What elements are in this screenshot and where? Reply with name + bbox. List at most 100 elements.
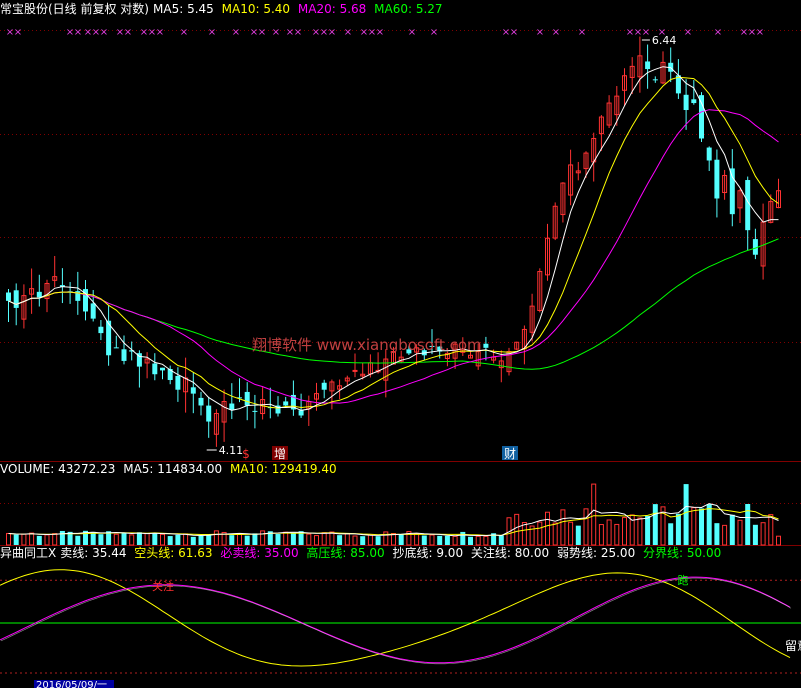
volume-bar-down [190, 536, 196, 545]
volume-bar-up [606, 519, 612, 546]
indicator-name: 异曲同工X [0, 546, 57, 560]
volume-bar-down [699, 508, 704, 545]
sell-line-value: 35.44 [92, 546, 127, 560]
signal-x-marker: × [156, 27, 164, 38]
candle-body-down [706, 147, 712, 161]
candle-body-down [298, 410, 304, 416]
volume-bar-up [314, 535, 319, 546]
volume-bar-up [691, 507, 697, 546]
volume-bar-down [198, 535, 204, 545]
ma5-value: 5.45 [187, 2, 214, 16]
increase-event-marker: 增 [274, 447, 286, 461]
signal-x-marker: × [180, 27, 188, 38]
volume-bar-down [252, 533, 258, 545]
volume-bar-down [152, 532, 158, 545]
low-price-label: 4.11 [219, 444, 244, 457]
stock-chart-window[interactable]: × × × × × × × × × × × × × × × × × × × × × × × × × × × × × × × × × × × × × × × ×… [0, 0, 801, 688]
candle-body-down [321, 382, 327, 390]
bottom-line-label: 抄底线: [392, 546, 433, 560]
sell-line-shadow [0, 577, 792, 665]
volume-bar-up [622, 517, 627, 546]
candle-body-down [98, 326, 104, 334]
signal-x-marker: × [74, 27, 82, 38]
candle-body-down [113, 347, 119, 349]
must-sell-label: 必卖线: [220, 546, 261, 560]
volume-bar-down [206, 534, 212, 545]
signal-x-marker: × [578, 27, 586, 38]
signal-x-marker: × [232, 27, 240, 38]
candle-body-down [729, 168, 735, 215]
volume-bar-down [706, 504, 712, 545]
watch-line-label: 关注线: [470, 546, 511, 560]
candle-body-down [152, 363, 158, 375]
volume-bar-down [460, 531, 466, 545]
candle-body-down [6, 292, 11, 301]
candle-body-down [252, 410, 258, 412]
chart-canvas[interactable]: × × × × × × × × × × × × × × × × × × × × × × × × × × × × × × × × × × × × × × × ×… [0, 0, 801, 688]
volume-bar-up [352, 535, 358, 546]
volume-bar-up [429, 534, 435, 546]
candle-body-down [652, 79, 658, 81]
candle-body-down [198, 397, 204, 406]
candle-body-down [683, 94, 689, 111]
volume-bar-up [552, 522, 558, 546]
volume-bar-down [75, 535, 81, 545]
ma60-value: 5.27 [415, 2, 443, 16]
candle-body-down [714, 159, 720, 199]
candle-body-up [352, 369, 358, 372]
volume-bar-down [683, 484, 689, 545]
volume-header: VOLUME: 43272.23 MA5: 114834.00 MA10: 12… [0, 461, 341, 477]
volume-bar-up [144, 532, 150, 546]
weak-line-label: 弱势线: [556, 546, 598, 560]
volume-bar-up [29, 532, 35, 546]
ma20-value: 5.68 [339, 2, 367, 16]
volume-bar-up [614, 523, 620, 546]
volume-bar-up [760, 522, 766, 546]
high-press-value: 85.00 [350, 546, 385, 560]
volume-bar-up [737, 519, 743, 546]
volume-bar-up [776, 535, 781, 546]
weak-line-value: 25.00 [600, 546, 636, 560]
divide-line-label: 分界线: [643, 546, 684, 560]
ma20-label: MA20: [297, 2, 336, 16]
volume-bar-down [398, 534, 404, 545]
short-line-curve [0, 569, 791, 667]
volume-bar-down [290, 533, 296, 545]
volume-bar-down [13, 534, 19, 545]
volume-bar-up [367, 534, 373, 546]
candle-body-down [206, 405, 212, 422]
volume-bar-down [421, 535, 427, 545]
volume-bar-up [237, 533, 242, 546]
volume-bar-up [329, 531, 335, 546]
candle-body-down [13, 290, 19, 308]
volume-bar-up [583, 508, 589, 546]
volume-bar-up [637, 517, 643, 546]
volume-bar-down [136, 532, 142, 545]
volume-bar-up [129, 534, 135, 546]
volume-bar-up [560, 509, 566, 546]
volume-bar-up [391, 533, 396, 546]
volume-bar-down [645, 515, 651, 545]
volume-bar-down [36, 535, 42, 545]
candle-body-down [745, 180, 751, 231]
volume-bar-up [722, 524, 728, 546]
ma60-label: MA60: [374, 2, 412, 16]
volume-bar-down [498, 535, 504, 545]
candle-body-down [283, 401, 289, 406]
short-line-value: 61.63 [178, 546, 213, 560]
volume-bar-up [321, 532, 327, 546]
signal-x-marker: × [100, 27, 108, 38]
signal-x-marker: × [376, 27, 384, 38]
signal-x-marker: × [408, 27, 416, 38]
signal-x-marker: × [294, 27, 302, 38]
run-signal-label: 跑 [678, 573, 689, 587]
candle-body-down [699, 95, 704, 139]
volume-bar-up [344, 533, 350, 546]
candle-body-down [121, 349, 127, 361]
volume-bar-down [437, 535, 443, 545]
volume-ma5-label: MA5: [123, 462, 154, 476]
volume-bar-down [337, 535, 343, 545]
ma5-label: MA5: [153, 2, 184, 16]
date-label: 2016/05/09/一 [36, 680, 107, 688]
volume-bar-down [575, 525, 581, 545]
